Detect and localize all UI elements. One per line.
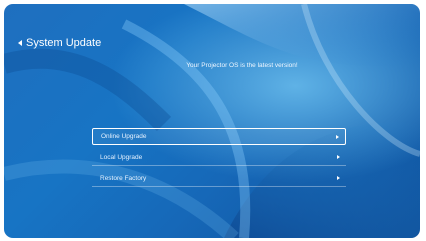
update-menu: Online Upgrade Local Upgrade Restore Fac… [92, 128, 346, 191]
page-title-text: System Update [26, 37, 102, 49]
chevron-right-icon [336, 134, 339, 139]
menu-item-label: Restore Factory [100, 174, 147, 182]
projector-screen: System Update Your Projector OS is the l… [4, 4, 420, 238]
menu-item-label: Online Upgrade [101, 133, 147, 140]
menu-item-local-upgrade[interactable]: Local Upgrade [92, 149, 346, 166]
chevron-right-icon [337, 176, 340, 180]
page-title: System Update [18, 37, 101, 49]
menu-item-online-upgrade[interactable]: Online Upgrade [92, 128, 346, 145]
menu-item-label: Local Upgrade [100, 153, 143, 161]
menu-item-restore-factory[interactable]: Restore Factory [92, 170, 346, 187]
update-status-message: Your Projector OS is the latest version! [186, 62, 298, 69]
chevron-left-icon[interactable] [18, 40, 22, 46]
chevron-right-icon [337, 155, 340, 159]
